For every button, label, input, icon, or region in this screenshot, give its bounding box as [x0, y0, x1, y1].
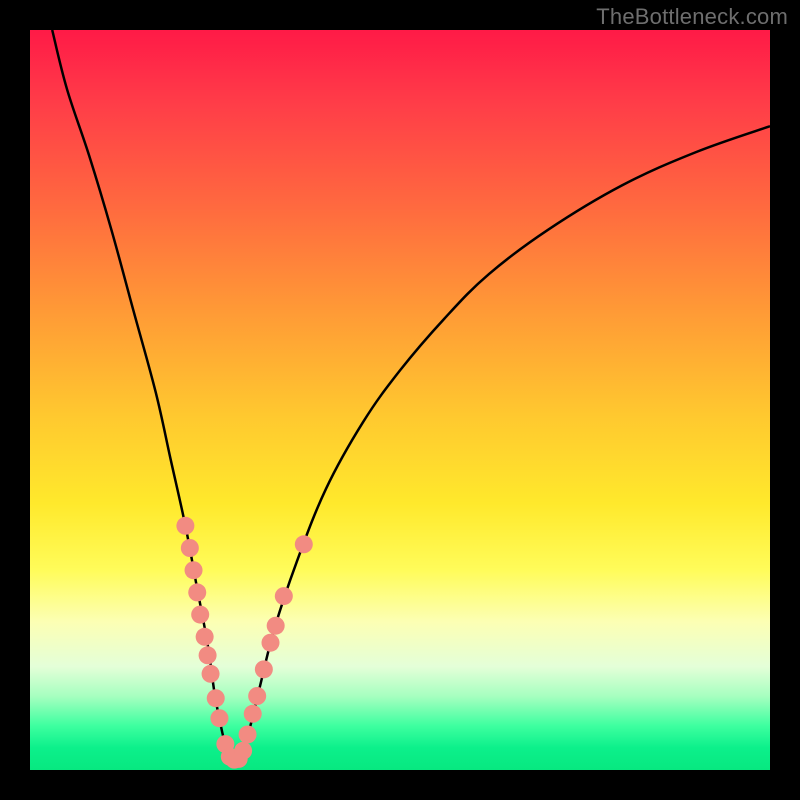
data-marker	[255, 660, 273, 678]
bottleneck-curve	[52, 30, 770, 762]
chart-plot-area	[30, 30, 770, 770]
data-marker	[191, 606, 209, 624]
data-marker	[199, 646, 217, 664]
data-marker	[176, 517, 194, 535]
data-marker	[234, 742, 252, 760]
data-marker	[267, 617, 285, 635]
data-marker	[202, 665, 220, 683]
data-marker	[295, 535, 313, 553]
watermark-text: TheBottleneck.com	[596, 4, 788, 30]
chart-svg	[30, 30, 770, 770]
data-marker	[188, 583, 206, 601]
data-marker	[181, 539, 199, 557]
data-marker	[262, 634, 280, 652]
chart-frame: TheBottleneck.com	[0, 0, 800, 800]
data-marker	[196, 628, 214, 646]
data-marker	[239, 725, 257, 743]
marker-group	[176, 517, 312, 769]
data-marker	[275, 587, 293, 605]
data-marker	[244, 705, 262, 723]
data-marker	[210, 709, 228, 727]
data-marker	[207, 689, 225, 707]
data-marker	[185, 561, 203, 579]
data-marker	[248, 687, 266, 705]
